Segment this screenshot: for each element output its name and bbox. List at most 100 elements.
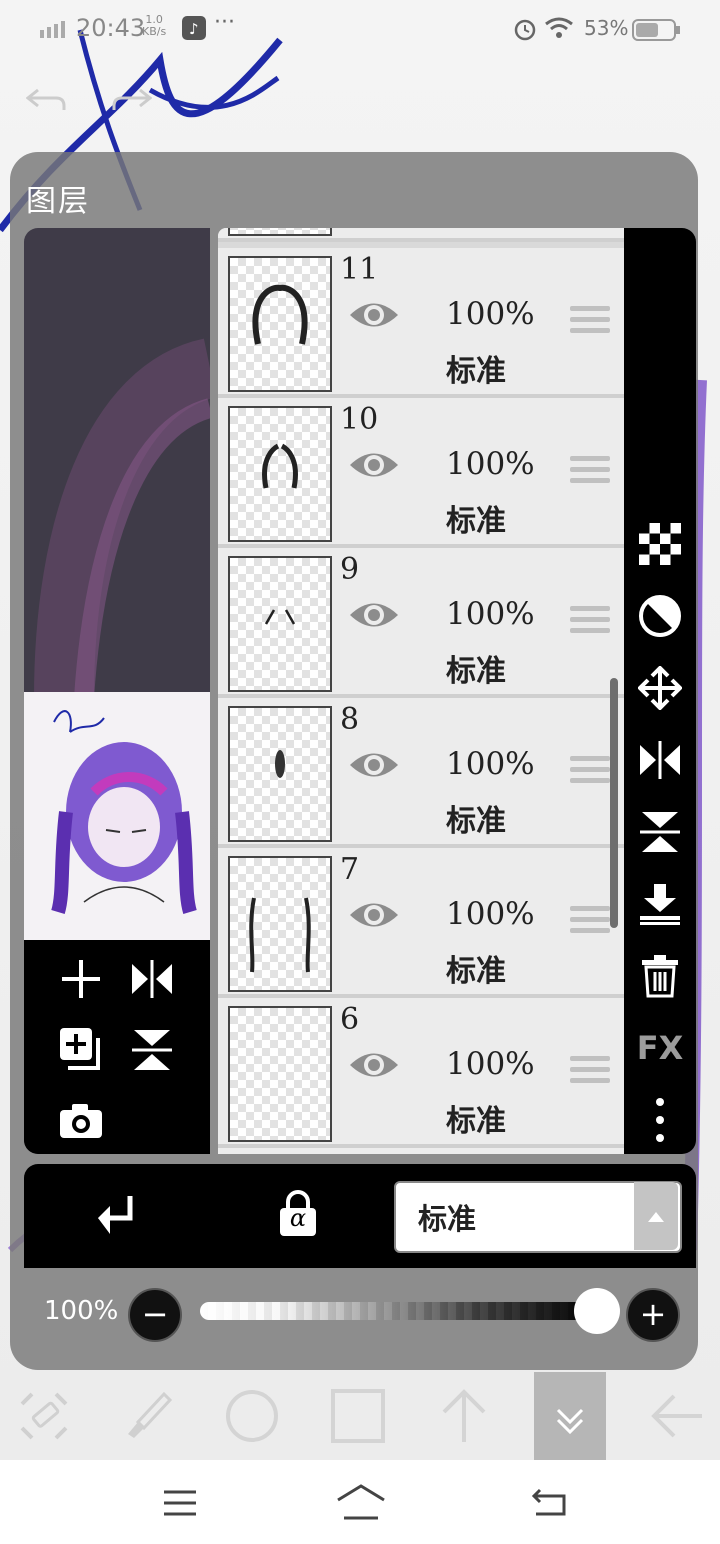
clipping-icon[interactable] xyxy=(96,1194,136,1238)
layer-thumbnail[interactable] xyxy=(228,856,332,992)
layer-row[interactable]: 11 100% 标准 xyxy=(218,248,624,398)
camera-icon[interactable] xyxy=(58,1102,104,1140)
layer-number: 10 xyxy=(340,402,379,437)
more-notifications: ··· xyxy=(214,10,235,35)
layer-number: 8 xyxy=(340,702,360,737)
add-layer-icon[interactable] xyxy=(60,958,102,1000)
layer-blend-mode: 标准 xyxy=(446,654,506,689)
eye-icon[interactable] xyxy=(348,298,400,332)
layer-row[interactable]: 10 100% 标准 xyxy=(218,398,624,548)
layer-opacity: 100% xyxy=(446,596,535,632)
main-toolbar xyxy=(0,1372,720,1460)
layer-blend-mode: 标准 xyxy=(446,354,506,389)
layer-blend-mode: 标准 xyxy=(446,804,506,839)
system-nav-bar xyxy=(0,1460,720,1544)
net-speed: 1.0 KB/s xyxy=(142,13,167,38)
flip-horizontal-icon[interactable] xyxy=(130,958,174,1000)
trash-icon[interactable] xyxy=(624,948,696,1004)
layer-thumbnail[interactable] xyxy=(228,556,332,692)
transparency-checker-icon[interactable] xyxy=(624,516,696,572)
status-time: 20:43 xyxy=(76,14,146,42)
menu-icon[interactable] xyxy=(162,1488,198,1518)
arrow-up-icon[interactable] xyxy=(424,1372,504,1460)
more-vertical-icon[interactable] xyxy=(624,1092,696,1148)
layer-list[interactable]: 11 100% 标准 10 100% 标准 9 100% 标准 8 100% 标… xyxy=(218,228,624,1154)
alpha-lock-symbol: α xyxy=(289,1204,307,1232)
eye-icon[interactable] xyxy=(348,748,400,782)
merge-down-icon[interactable] xyxy=(624,876,696,932)
eye-icon[interactable] xyxy=(348,1048,400,1082)
opacity-slider-track[interactable] xyxy=(200,1302,600,1320)
layer-thumbnail[interactable] xyxy=(228,706,332,842)
transform-tool-icon[interactable] xyxy=(4,1372,84,1460)
drag-handle-icon[interactable] xyxy=(570,606,610,636)
layer-opacity: 100% xyxy=(446,896,535,932)
eye-icon[interactable] xyxy=(348,448,400,482)
layer-thumbnail[interactable] xyxy=(228,256,332,392)
move-icon[interactable] xyxy=(624,660,696,716)
opacity-plus-button[interactable]: + xyxy=(626,1288,680,1342)
layer-opacity: 100% xyxy=(446,446,535,482)
opacity-minus-button[interactable]: − xyxy=(128,1288,182,1342)
opacity-label: 100% xyxy=(44,1296,119,1326)
drag-handle-icon[interactable] xyxy=(570,306,610,336)
back-icon[interactable] xyxy=(530,1486,570,1518)
layer-side-toolbar: FX xyxy=(624,228,696,1154)
chevron-up-icon[interactable] xyxy=(634,1182,678,1250)
eye-icon[interactable] xyxy=(348,898,400,932)
back-arrow-icon[interactable] xyxy=(636,1372,716,1460)
layer-row[interactable] xyxy=(218,228,624,242)
drag-handle-icon[interactable] xyxy=(570,456,610,486)
flip-horizontal-icon[interactable] xyxy=(624,732,696,788)
layer-list-scrollbar[interactable] xyxy=(610,678,618,928)
alpha-lock-icon[interactable]: α xyxy=(276,1190,320,1238)
home-icon[interactable] xyxy=(336,1484,386,1520)
layer-row[interactable]: 9 100% 标准 xyxy=(218,548,624,698)
layer-action-tools xyxy=(24,940,210,1154)
layer-number: 6 xyxy=(340,1002,360,1037)
brush-tool-icon[interactable] xyxy=(108,1372,188,1460)
layer-number: 7 xyxy=(340,852,360,887)
chevron-down-icon xyxy=(556,1408,584,1435)
layer-thumbnail[interactable] xyxy=(228,406,332,542)
layer-opacity: 100% xyxy=(446,746,535,782)
layer-thumbnail[interactable] xyxy=(228,228,332,236)
layer-opacity: 100% xyxy=(446,1046,535,1082)
fx-icon[interactable]: FX xyxy=(624,1020,696,1076)
flip-vertical-icon[interactable] xyxy=(624,804,696,860)
undo-icon[interactable] xyxy=(26,82,66,114)
layer-number: 11 xyxy=(340,252,379,287)
layer-opacity: 100% xyxy=(446,296,535,332)
layer-row[interactable]: 8 100% 标准 xyxy=(218,698,624,848)
tiktok-icon: ♪ xyxy=(182,16,206,40)
eye-icon[interactable] xyxy=(348,598,400,632)
status-bar: 20:43 1.0 KB/s ♪ ··· 53% xyxy=(0,0,720,58)
layer-blend-mode: 标准 xyxy=(446,1104,506,1139)
redo-icon[interactable] xyxy=(112,82,152,114)
layer-number: 9 xyxy=(340,552,360,587)
layer-row[interactable]: 6 100% 标准 xyxy=(218,998,624,1148)
drag-handle-icon[interactable] xyxy=(570,906,610,936)
duplicate-layer-icon[interactable] xyxy=(58,1026,104,1072)
ellipse-tool-icon[interactable] xyxy=(212,1372,292,1460)
drag-handle-icon[interactable] xyxy=(570,756,610,786)
svg-text:♪: ♪ xyxy=(189,20,199,38)
layer-blend-mode: 标准 xyxy=(446,504,506,539)
contrast-icon[interactable] xyxy=(624,588,696,644)
layer-row[interactable]: 7 100% 标准 xyxy=(218,848,624,998)
rectangle-tool-icon[interactable] xyxy=(318,1372,398,1460)
wifi-icon xyxy=(544,16,574,40)
signal-icon xyxy=(40,20,70,38)
blend-mode-label: 标准 xyxy=(418,1202,477,1236)
collapse-panel-button[interactable] xyxy=(534,1372,606,1460)
panel-title: 图层 xyxy=(26,184,90,219)
drag-handle-icon[interactable] xyxy=(570,1056,610,1086)
layer-thumbnail[interactable] xyxy=(228,1006,332,1142)
flip-vertical-icon[interactable] xyxy=(130,1028,174,1072)
battery-percent: 53% xyxy=(584,16,629,40)
opacity-slider-knob[interactable] xyxy=(574,1288,620,1334)
battery-icon xyxy=(632,18,682,42)
canvas-thumbnail[interactable] xyxy=(24,692,210,940)
layer-row[interactable] xyxy=(218,1148,624,1154)
alarm-icon xyxy=(512,16,538,42)
